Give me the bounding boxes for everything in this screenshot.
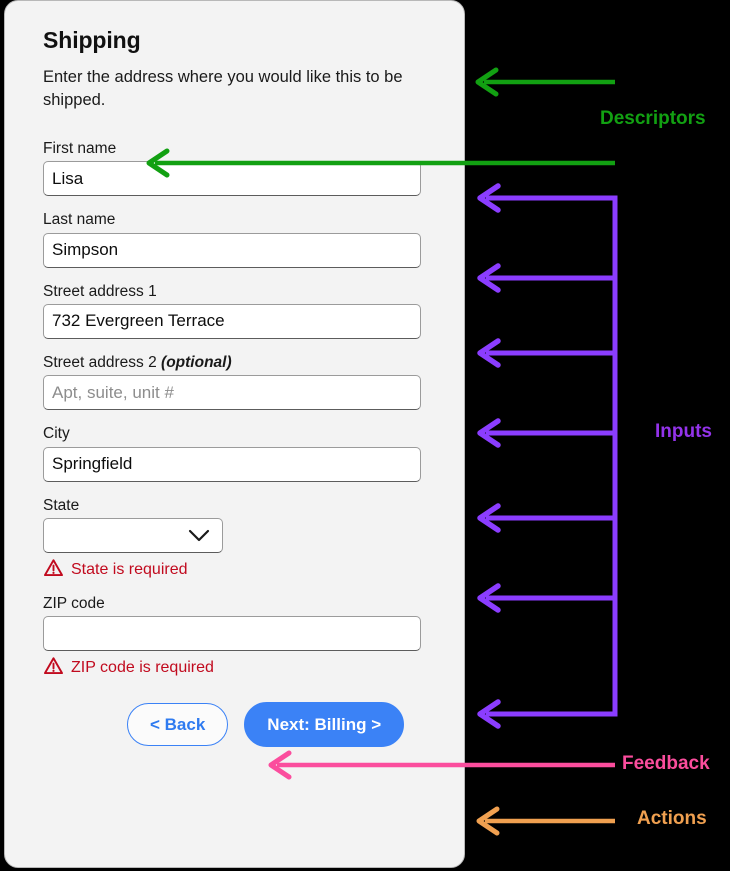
zip-code-error: ZIP code is required: [43, 656, 428, 680]
street-address-1-input[interactable]: [43, 303, 421, 339]
zip-code-input[interactable]: [43, 616, 421, 652]
annotation-label-feedback: Feedback: [622, 753, 710, 774]
last-name-input[interactable]: [43, 232, 421, 268]
actions-arrow: [476, 806, 615, 836]
state-error-text: State is required: [71, 561, 188, 579]
warning-triangle-icon: [43, 656, 64, 680]
chevron-down-icon: [188, 529, 210, 548]
field-street-address-1: Street address 1: [43, 282, 428, 339]
state-error: State is required: [43, 558, 428, 582]
label-zip-code: ZIP code: [43, 594, 428, 613]
annotation-label-inputs: Inputs: [655, 421, 712, 442]
label-street-address-1-text: Street address 1: [43, 282, 157, 300]
next-billing-button[interactable]: Next: Billing >: [244, 702, 405, 748]
annotation-label-actions: Actions: [637, 808, 707, 829]
street-address-2-input[interactable]: [43, 375, 421, 411]
label-last-name: Last name: [43, 210, 428, 229]
label-state: State: [43, 496, 428, 515]
inputs-bracket: [477, 183, 618, 729]
page-title: Shipping: [43, 27, 141, 53]
warning-triangle-icon: [43, 558, 64, 582]
shipping-card: Shipping Enter the address where you wou…: [4, 0, 465, 868]
field-last-name: Last name: [43, 210, 428, 268]
state-select[interactable]: [43, 518, 223, 554]
field-city: City: [43, 424, 428, 482]
label-street-address-1: Street address 1: [43, 282, 428, 301]
zip-code-error-text: ZIP code is required: [71, 659, 214, 677]
field-street-address-2: Street address 2 (optional): [43, 353, 428, 411]
page-subtitle: Enter the address where you would like t…: [43, 68, 403, 110]
descriptor-arrow-subtitle: [475, 67, 615, 97]
label-street-address-2: Street address 2 (optional): [43, 353, 428, 372]
field-state: State State is required: [43, 496, 428, 582]
label-city: City: [43, 424, 428, 443]
label-first-name-text: First name: [43, 139, 117, 157]
shipping-card-content: Shipping Enter the address where you wou…: [43, 27, 428, 748]
first-name-input[interactable]: [43, 161, 421, 197]
city-input[interactable]: [43, 446, 421, 482]
annotation-label-descriptors: Descriptors: [600, 108, 706, 129]
label-state-text: State: [43, 496, 80, 514]
label-street-address-2-text: Street address 2: [43, 353, 157, 371]
label-last-name-text: Last name: [43, 211, 116, 229]
back-button[interactable]: < Back: [127, 703, 229, 747]
label-city-text: City: [43, 425, 70, 443]
field-first-name: First name: [43, 139, 428, 197]
label-first-name: First name: [43, 139, 428, 158]
field-zip-code: ZIP code ZIP code is required: [43, 594, 428, 680]
form-actions: < Back Next: Billing >: [127, 702, 428, 748]
label-zip-code-text: ZIP code: [43, 595, 105, 613]
label-street-address-2-optional: (optional): [161, 353, 232, 371]
